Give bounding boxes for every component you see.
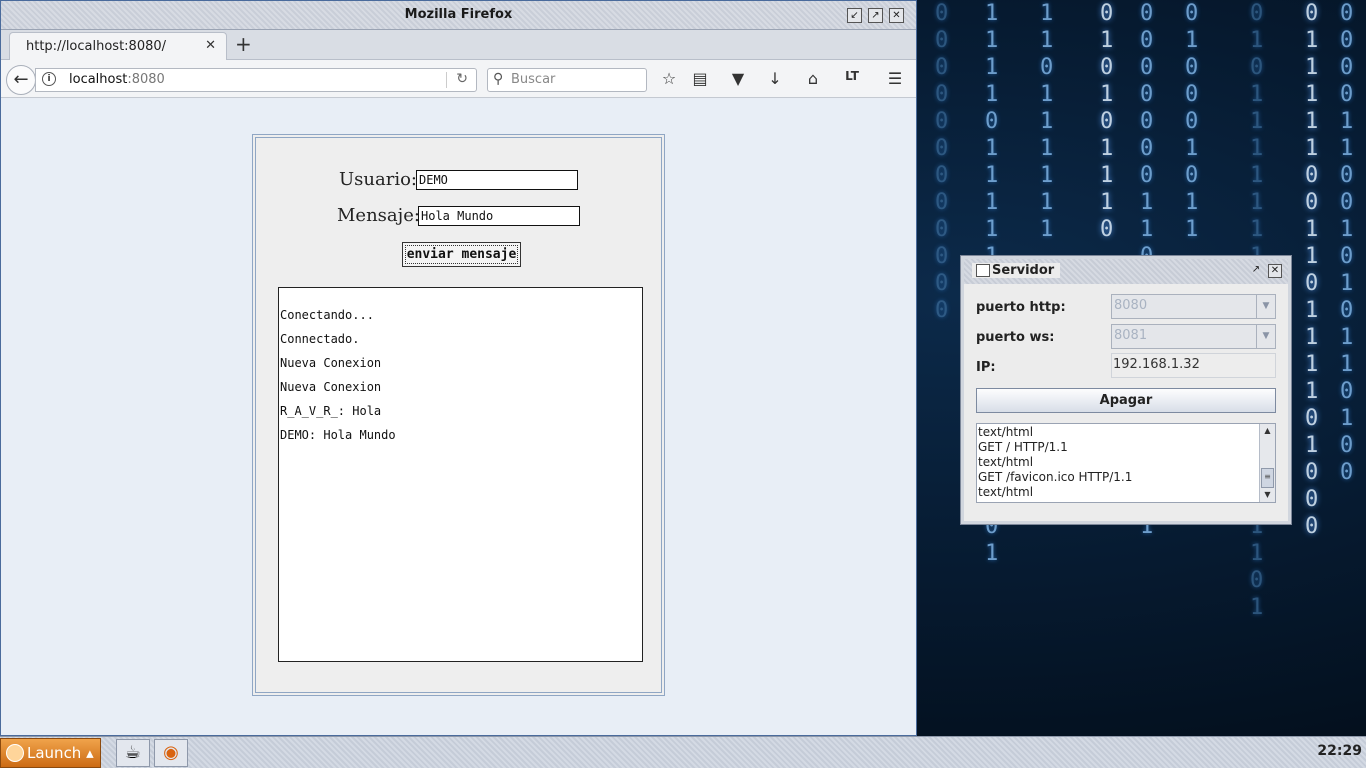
maximize-icon[interactable]: ↗ [868,8,883,23]
minimize-icon[interactable]: ↙ [847,8,862,23]
matrix-column: 0 1 1 1 1 1 0 0 1 1 0 1 1 1 1 0 1 0 0 0 [1305,1,1319,539]
chat-log-textarea[interactable]: Conectando... Connectado. Nueva Conexion… [278,287,643,662]
taskbar: Launch ▴ ☕ ◉ 22:29 [0,736,1366,768]
close-icon[interactable]: ✕ [1268,264,1282,278]
info-icon[interactable]: i [42,72,56,86]
pocket-icon[interactable]: ▼ [727,69,749,88]
http-port-label: puerto http: [976,300,1066,315]
matrix-column: 0 0 0 0 0 0 0 0 0 0 0 0 [935,1,949,323]
message-input[interactable] [418,206,580,226]
url-host: localhost [69,72,128,87]
http-port-select[interactable]: 8080 ▼ [1111,294,1276,319]
navigation-bar: ← i localhost:8080 ↻ ⚲ Buscar ☆ ▤ ▼ ↓ ⌂ … [1,60,916,98]
tab-localhost[interactable]: http://localhost:8080/ ✕ [9,32,227,61]
send-message-button[interactable]: enviar mensaje [402,242,521,267]
url-separator [446,72,447,88]
firefox-window: Mozilla Firefox ↙ ↗ ✕ http://localhost:8… [0,0,917,736]
window-title: Mozilla Firefox [404,7,513,22]
ip-label: IP: [976,360,996,375]
ip-field[interactable]: 192.168.1.32 [1111,353,1276,378]
tab-title: http://localhost:8080/ [26,39,167,54]
java-app-icon[interactable]: ☕ [116,739,150,767]
server-log-line: GET / HTTP/1.1 [978,440,1068,454]
close-icon[interactable]: ✕ [889,8,904,23]
scroll-down-icon[interactable]: ▼ [1260,488,1275,502]
server-title-text: Servidor [992,263,1055,278]
new-tab-icon[interactable]: + [235,32,252,56]
scroll-up-icon[interactable]: ▲ [1260,424,1275,438]
reload-icon[interactable]: ↻ [456,71,468,87]
server-title: Servidor [972,263,1061,278]
menu-hamburger-icon[interactable]: ☰ [884,69,906,88]
download-icon[interactable]: ↓ [764,69,786,88]
server-titlebar[interactable]: Servidor ↗ ✕ [964,259,1288,284]
bookmark-star-icon[interactable]: ☆ [658,69,680,88]
ws-port-select[interactable]: 8081 ▼ [1111,324,1276,349]
matrix-column: 0 0 0 0 1 1 0 0 1 0 1 0 1 1 0 1 0 0 [1340,1,1354,485]
scrollbar[interactable]: ▲ ≡ ▼ [1259,424,1275,502]
launch-label: Launch [27,744,82,762]
http-port-value: 8080 [1114,298,1148,313]
server-log-line: GET /favicon.ico HTTP/1.1 [978,470,1133,484]
back-arrow-icon[interactable]: ← [6,65,36,95]
matrix-column: 0 1 0 1 0 1 1 1 0 [1100,1,1114,242]
window-icon [976,264,990,277]
page-content: Usuario: Mensaje: enviar mensaje Conecta… [1,99,916,735]
ws-port-label: puerto ws: [976,330,1055,345]
server-log-textarea[interactable]: text/html GET / HTTP/1.1 text/html GET /… [976,423,1276,503]
scroll-thumb[interactable]: ≡ [1261,468,1274,488]
languagetool-icon[interactable]: LT [841,69,863,83]
chat-panel: Usuario: Mensaje: enviar mensaje Conecta… [252,134,665,696]
tab-bar: http://localhost:8080/ ✕ + [1,30,916,61]
log-line: DEMO: Hola Mundo [280,428,396,442]
message-label: Mensaje: [337,205,420,226]
restore-icon[interactable]: ↗ [1249,264,1263,278]
chevron-down-icon[interactable]: ▼ [1256,325,1275,348]
reading-list-icon[interactable]: ▤ [689,69,711,88]
ws-port-value: 8081 [1114,328,1148,343]
url-text: localhost:8080 [69,72,165,87]
log-line: Nueva Conexion [280,356,382,370]
clock: 22:29 [1317,743,1362,759]
tab-close-icon[interactable]: ✕ [205,38,216,53]
search-icon: ⚲ [493,71,504,87]
chevron-down-icon[interactable]: ▼ [1256,295,1275,318]
server-window: Servidor ↗ ✕ puerto http: 8080 ▼ puerto … [961,256,1291,524]
launch-button[interactable]: Launch ▴ [0,738,101,768]
url-port: :8080 [127,72,165,87]
home-icon[interactable]: ⌂ [802,69,824,88]
log-line: R_A_V_R_: Hola [280,404,382,418]
window-titlebar[interactable]: Mozilla Firefox ↙ ↗ ✕ [1,1,916,30]
matrix-column: 0 1 0 0 0 1 0 1 1 [1185,1,1199,242]
user-input[interactable] [416,170,578,190]
search-placeholder: Buscar [511,72,556,87]
launch-icon [6,744,24,762]
server-log-line: text/html [978,425,1034,439]
message-row: Mensaje: [337,205,580,226]
log-line: Conectando... [280,308,374,322]
shutdown-button[interactable]: Apagar [976,388,1276,413]
log-line: Nueva Conexion [280,380,382,394]
server-log-line: text/html [978,485,1034,499]
url-bar[interactable]: i localhost:8080 ↻ [35,68,477,92]
user-label: Usuario: [339,169,417,190]
server-log-line: text/html [978,455,1034,469]
log-line: Connectado. [280,332,360,346]
user-row: Usuario: [339,169,578,190]
firefox-app-icon[interactable]: ◉ [154,739,188,767]
search-input[interactable]: ⚲ Buscar [487,68,647,92]
